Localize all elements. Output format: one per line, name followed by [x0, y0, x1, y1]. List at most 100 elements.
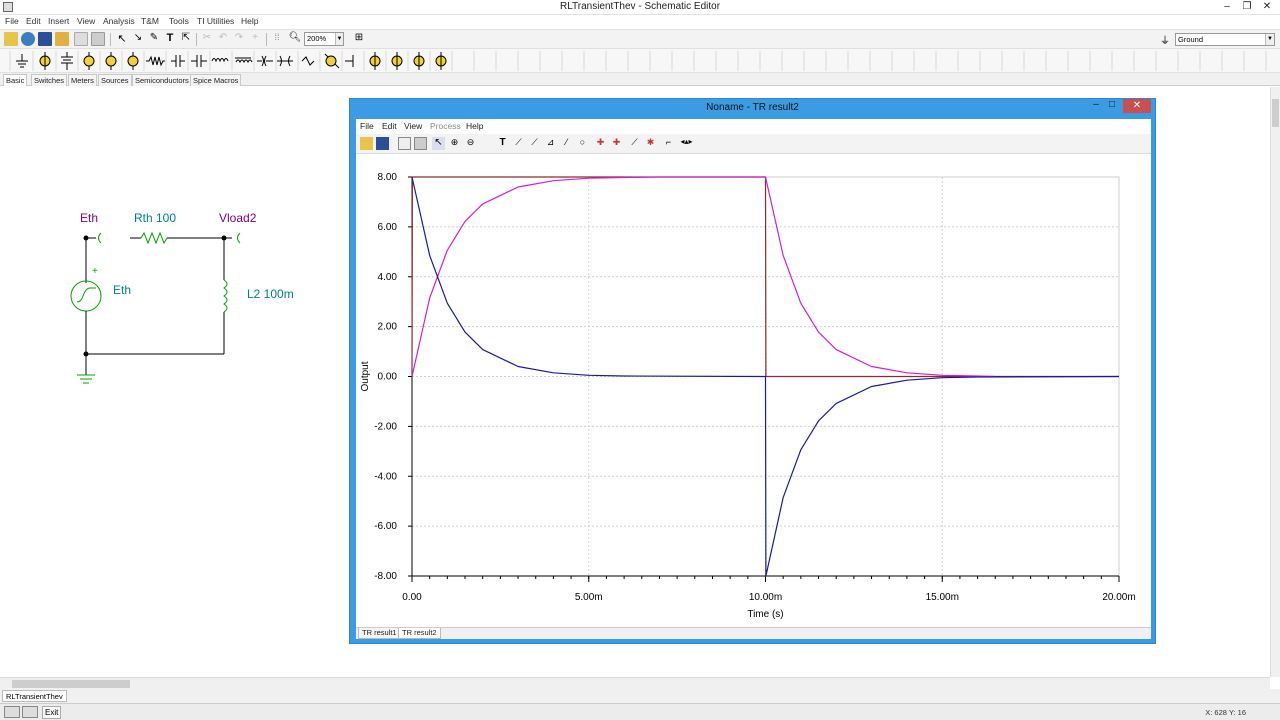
- result-window[interactable]: Noname - TR result2 – □ ✕ File Edit View…: [349, 98, 1156, 644]
- layout-mode-icon[interactable]: [22, 706, 38, 718]
- tab-tr-result1[interactable]: TR result1: [358, 628, 401, 639]
- zoom-select[interactable]: 200% ▼: [304, 32, 344, 46]
- cut-icon[interactable]: ✂: [200, 32, 214, 46]
- result-menu-edit[interactable]: Edit: [382, 121, 397, 131]
- result-window-body: File Edit View Process Help ↖ ⊕ ⊖ T ⟋ ⟋ …: [356, 119, 1151, 639]
- maximize-button[interactable]: □: [1105, 99, 1119, 113]
- menu-view[interactable]: View: [77, 16, 95, 26]
- tab-document[interactable]: RLTransientThev: [2, 690, 67, 702]
- text-icon[interactable]: T: [496, 137, 509, 150]
- result-menu-help[interactable]: Help: [466, 121, 483, 131]
- result-window-titlebar[interactable]: Noname - TR result2 – □ ✕: [350, 99, 1155, 117]
- result-menu-file[interactable]: File: [360, 121, 374, 131]
- copy-icon[interactable]: [398, 137, 411, 150]
- pan-arrows-icon[interactable]: ◂▴▸: [680, 137, 693, 150]
- tab-spice-macros[interactable]: Spice Macros: [190, 74, 242, 86]
- component-select[interactable]: Ground ▼: [1175, 33, 1275, 46]
- wire-icon[interactable]: ↘: [131, 32, 145, 46]
- cursor-b-icon[interactable]: ⟋: [528, 137, 541, 150]
- tab-meters[interactable]: Meters: [68, 74, 97, 86]
- horizontal-scroll-thumb[interactable]: [12, 680, 130, 688]
- x-tick-label: 10.00m: [749, 592, 782, 603]
- zoom-in-icon[interactable]: ⊕: [448, 137, 461, 150]
- menu-insert[interactable]: Insert: [48, 16, 69, 26]
- vertical-scrollbar[interactable]: [1270, 87, 1280, 677]
- menu-tools[interactable]: Tools: [169, 16, 189, 26]
- copy-icon[interactable]: [74, 32, 88, 46]
- globe-icon[interactable]: [21, 32, 35, 46]
- close-button[interactable]: ✕: [1258, 0, 1276, 14]
- minimize-button[interactable]: –: [1089, 99, 1103, 113]
- transient-chart[interactable]: 8.00 6.00 4.00 2.00 0.00 -2.00 -4.00 -6.00 -8.00…: [356, 155, 1151, 627]
- menu-ti-utilities[interactable]: TI Utilities: [197, 16, 234, 26]
- step-icon[interactable]: ⌐: [662, 137, 675, 150]
- restore-button[interactable]: ❐: [1238, 0, 1256, 14]
- tab-semiconductors[interactable]: Semiconductors: [132, 74, 192, 86]
- node-label-vload: Vload2: [219, 211, 257, 225]
- zoom-icon[interactable]: 🔍︎: [288, 32, 302, 46]
- open-icon[interactable]: [4, 32, 18, 46]
- menu-analysis[interactable]: Analysis: [103, 16, 135, 26]
- schematic-mode-icon[interactable]: [4, 706, 20, 718]
- save-icon[interactable]: [38, 32, 52, 46]
- plot-area[interactable]: 8.00 6.00 4.00 2.00 0.00 -2.00 -4.00 -6.00 -8.00…: [356, 155, 1151, 629]
- redo-icon[interactable]: ↷: [232, 32, 246, 46]
- y-tick-label: 8.00: [378, 172, 398, 183]
- result-menu-bar: File Edit View Process Help: [356, 119, 1151, 133]
- component-palette: [0, 49, 1280, 73]
- component-palette-icons: [9, 51, 1267, 71]
- grid-icon[interactable]: ⁞⁞: [270, 32, 284, 46]
- crosshair-icon[interactable]: ✚: [594, 137, 607, 150]
- ellipse-icon[interactable]: ○: [576, 137, 589, 150]
- paste-icon[interactable]: [414, 137, 427, 150]
- slope-icon[interactable]: ⟋: [628, 137, 641, 150]
- open-folder-icon[interactable]: [55, 32, 69, 46]
- window-title: RLTransientThev - Schematic Editor: [559, 1, 721, 12]
- paste-icon[interactable]: [91, 32, 105, 46]
- inductor-label: L2 100m: [247, 287, 294, 301]
- undo-icon[interactable]: ↶: [216, 32, 230, 46]
- plus-icon[interactable]: +: [248, 32, 262, 46]
- menu-help[interactable]: Help: [241, 16, 258, 26]
- circuit-drawing: [70, 231, 241, 384]
- menu-file[interactable]: File: [5, 16, 19, 26]
- x-axis-label: Time (s): [747, 609, 783, 620]
- pen-icon[interactable]: ✎: [147, 32, 161, 46]
- exit-button[interactable]: Exit: [42, 706, 62, 719]
- tab-switches[interactable]: Switches: [31, 74, 68, 86]
- close-button[interactable]: ✕: [1123, 99, 1151, 113]
- vertical-scroll-thumb[interactable]: [1272, 99, 1279, 127]
- result-menu-process[interactable]: Process: [430, 121, 461, 131]
- tracker-icon[interactable]: ✚: [610, 137, 623, 150]
- save-icon[interactable]: [376, 137, 389, 150]
- pin-icon[interactable]: ✱: [644, 137, 657, 150]
- tab-sources[interactable]: Sources: [98, 74, 132, 86]
- result-menu-view[interactable]: View: [404, 121, 422, 131]
- select-arrow-icon[interactable]: ↖: [115, 32, 129, 46]
- y-tick-label: 6.00: [378, 222, 398, 233]
- tab-tr-result2[interactable]: TR result2: [398, 628, 441, 639]
- line-icon[interactable]: ⁄: [560, 137, 573, 150]
- title-bar: RLTransientThev - Schematic Editor – ❐ ✕: [0, 0, 1280, 15]
- main-toolbar: ↖ ↘ ✎ T ⇱ ✂ ↶ ↷ + ⁞⁞ 🔍︎ 200% ▼ ⊞ ⏚ Groun…: [0, 29, 1280, 49]
- plus-sign: +: [92, 266, 98, 277]
- select-arrow-icon[interactable]: ↖: [432, 137, 445, 150]
- ground-tool-icon[interactable]: ⏚: [1158, 32, 1172, 47]
- x-tick-label: 5.00m: [575, 592, 603, 603]
- open-icon[interactable]: [360, 137, 373, 150]
- minimize-button[interactable]: –: [1218, 0, 1236, 14]
- source-label: Eth: [113, 283, 132, 297]
- horizontal-scrollbar[interactable]: [0, 677, 1270, 689]
- y-tick-label: 0.00: [378, 372, 398, 383]
- cursor-a-icon[interactable]: ⟋: [512, 137, 525, 150]
- marker-icon[interactable]: ⊿: [544, 137, 557, 150]
- label-icon[interactable]: ⇱: [179, 32, 193, 46]
- probe-icon[interactable]: ⊞: [352, 32, 366, 46]
- menu-tm[interactable]: T&M: [141, 16, 159, 26]
- tab-basic[interactable]: Basic: [3, 74, 28, 86]
- y-tick-label: 4.00: [378, 272, 398, 283]
- component-select-value: Ground: [1178, 35, 1204, 44]
- text-icon[interactable]: T: [163, 32, 177, 46]
- zoom-out-icon[interactable]: ⊖: [464, 137, 477, 150]
- menu-edit[interactable]: Edit: [26, 16, 41, 26]
